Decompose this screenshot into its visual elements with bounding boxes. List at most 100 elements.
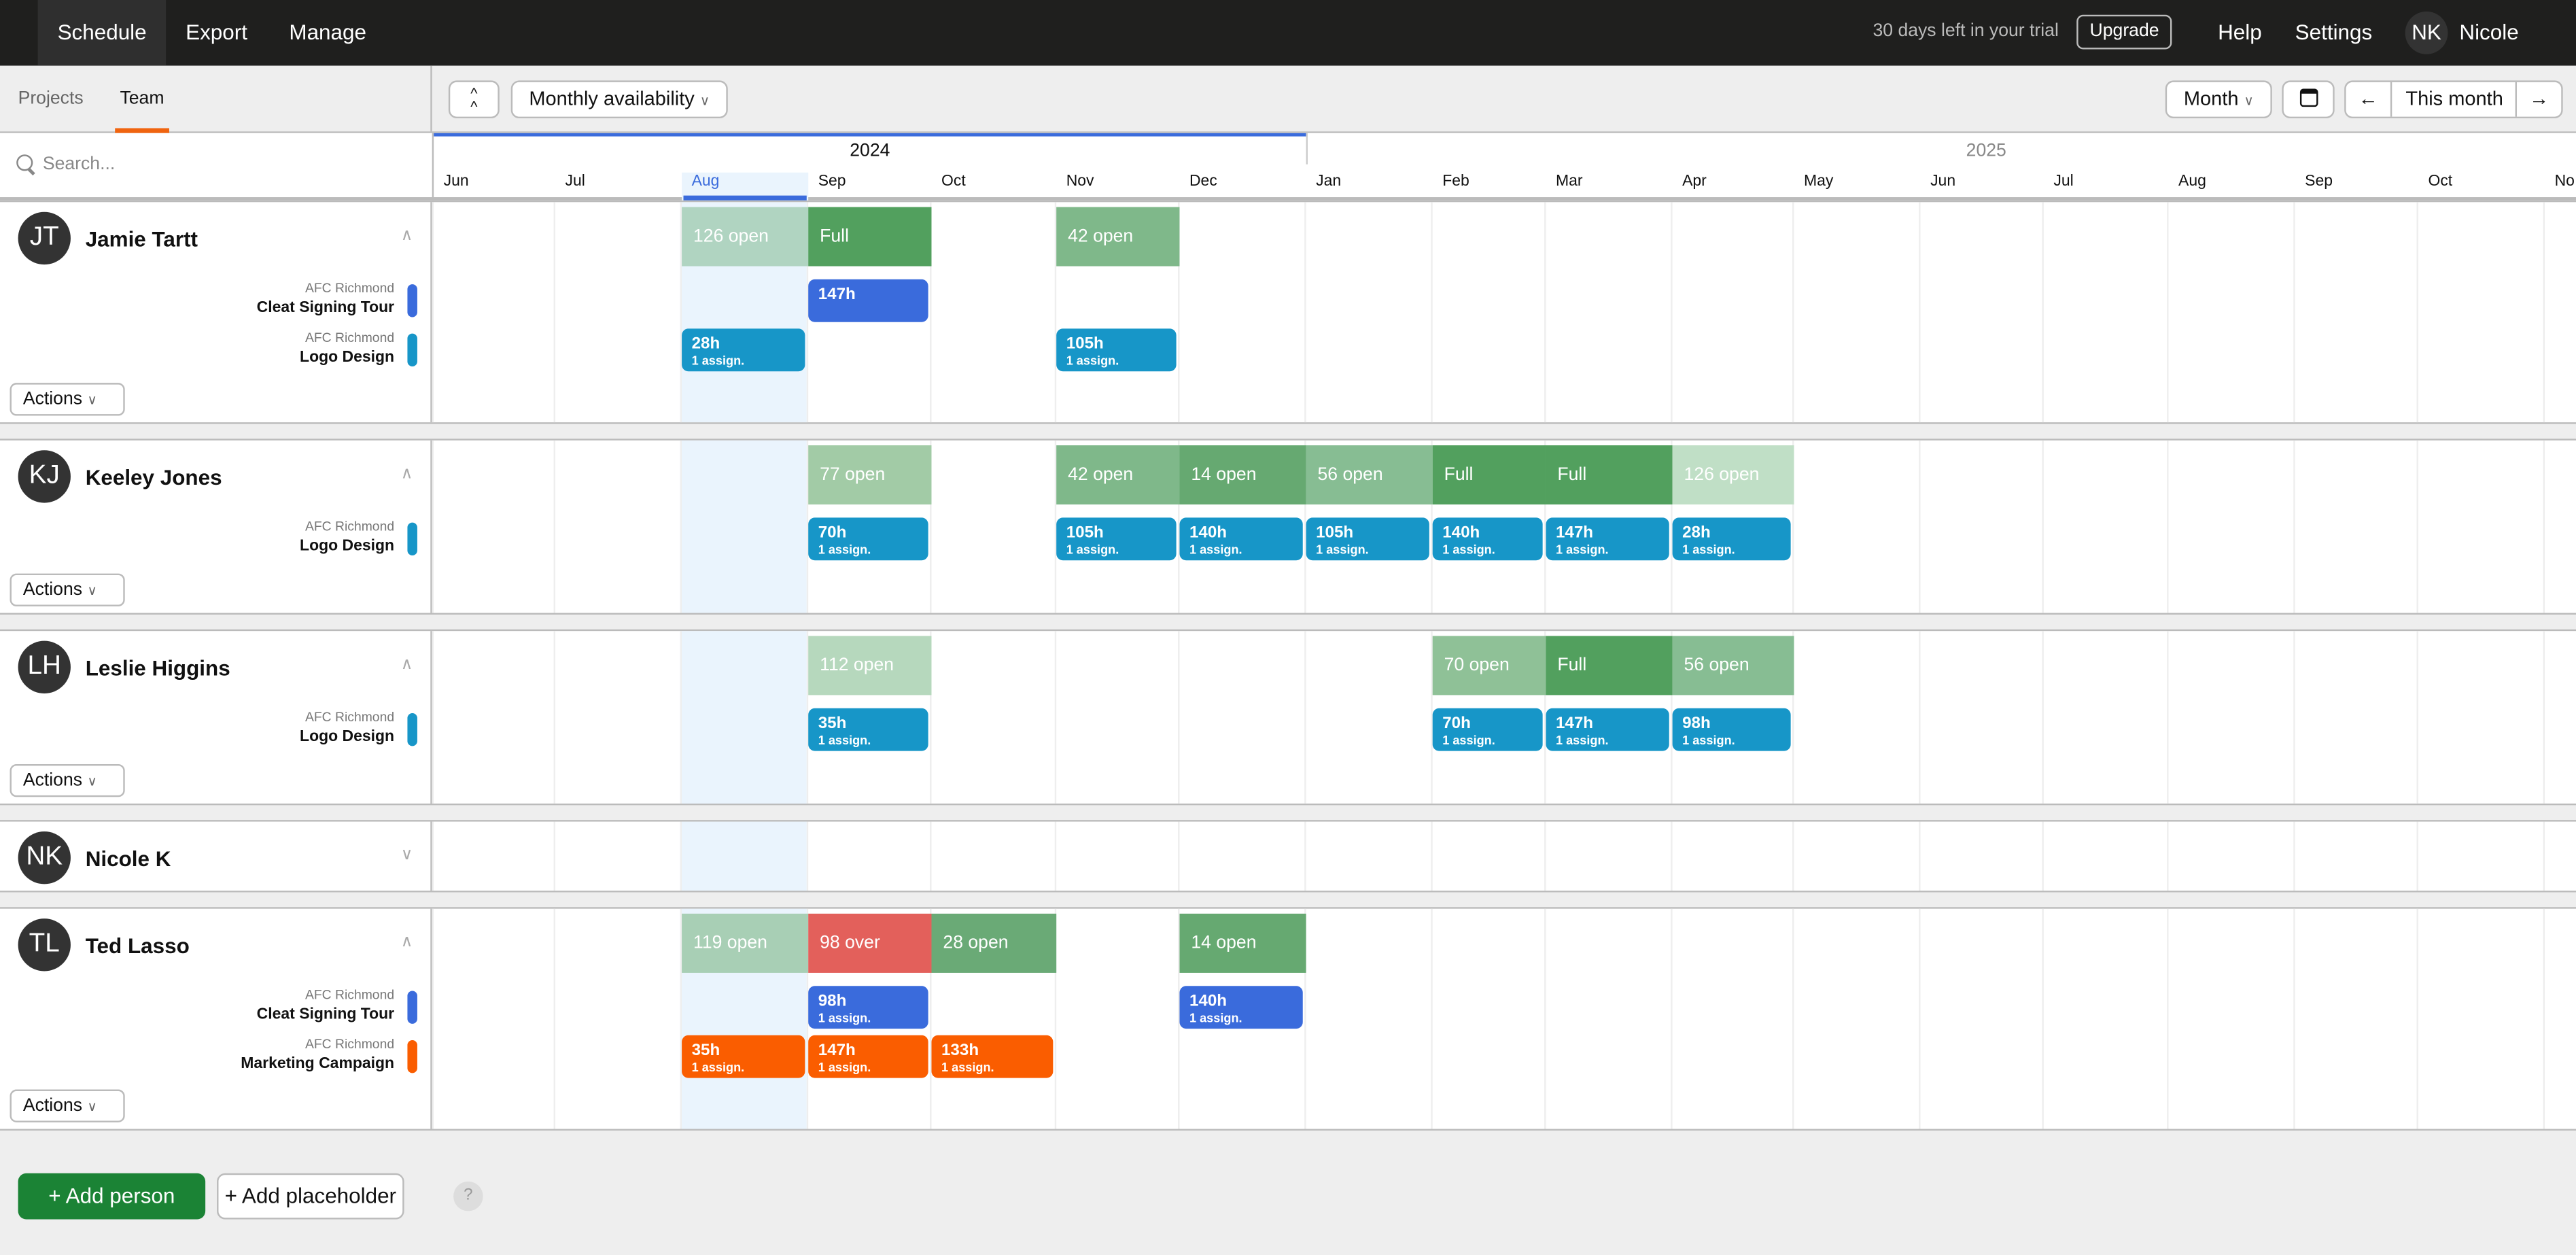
month-cell[interactable]	[2167, 440, 2293, 613]
assignment-block[interactable]: 105h 1 assign.	[1056, 517, 1177, 561]
chevron-up-icon[interactable]: ∧	[401, 465, 413, 483]
nav-export[interactable]: Export	[166, 0, 267, 66]
month-cell[interactable]	[1792, 821, 1919, 891]
assignment-block[interactable]: 140h 1 assign.	[1432, 517, 1543, 561]
month-cell[interactable]	[1919, 821, 2042, 891]
assignment-block[interactable]: 147h	[808, 279, 928, 322]
arrow-left-icon[interactable]: ←	[2346, 82, 2392, 117]
month-cell[interactable]	[432, 631, 554, 804]
assignment-block[interactable]: 35h 1 assign.	[682, 1035, 805, 1078]
month-cell[interactable]	[1178, 202, 1304, 423]
calendar-button[interactable]	[2282, 80, 2335, 119]
assignment-block[interactable]: 98h 1 assign.	[1672, 708, 1791, 751]
month-cell[interactable]	[2416, 440, 2543, 613]
actions-button[interactable]: Actions ∨	[10, 1089, 125, 1122]
month-cell[interactable]	[2042, 202, 2167, 423]
assignment-block[interactable]: 35h 1 assign.	[808, 708, 928, 751]
month-cell[interactable]	[432, 908, 554, 1129]
assignment-block[interactable]: 140h 1 assign.	[1179, 517, 1303, 561]
month-cell[interactable]	[1919, 631, 2042, 804]
month-cell[interactable]	[2167, 821, 2293, 891]
month-cell[interactable]	[553, 821, 680, 891]
assignment-block[interactable]: 70h 1 assign.	[1432, 708, 1543, 751]
month-cell[interactable]	[1792, 631, 1919, 804]
month-cell[interactable]	[553, 908, 680, 1129]
availability-cell[interactable]: 56 open	[1306, 445, 1433, 505]
month-cell[interactable]	[1792, 908, 1919, 1129]
assignment-block[interactable]: 70h 1 assign.	[808, 517, 928, 561]
month-cell[interactable]	[1054, 908, 1178, 1129]
tab-projects[interactable]: Projects	[18, 89, 84, 109]
month-cell[interactable]	[1178, 631, 1304, 804]
project-label[interactable]: AFC Richmond Marketing Campaign	[66, 1035, 394, 1076]
month-cell[interactable]	[1919, 908, 2042, 1129]
month-cell[interactable]	[2543, 821, 2545, 891]
availability-cell[interactable]: 56 open	[1672, 636, 1794, 695]
actions-button[interactable]: Actions ∨	[10, 763, 125, 797]
month-cell[interactable]	[2543, 908, 2545, 1129]
month-cell[interactable]	[2042, 631, 2167, 804]
person-name[interactable]: Ted Lasso	[86, 933, 190, 958]
month-cell[interactable]	[1054, 821, 1178, 891]
availability-cell[interactable]: Full	[808, 207, 932, 267]
chevron-up-icon[interactable]: ∧	[401, 655, 413, 674]
month-cell[interactable]	[1792, 202, 1919, 423]
assignment-block[interactable]: 98h 1 assign.	[808, 986, 928, 1029]
settings-link[interactable]: Settings	[2295, 20, 2373, 44]
project-label[interactable]: AFC Richmond Cleat Signing Tour	[66, 279, 394, 320]
assignment-block[interactable]: 147h 1 assign.	[1546, 517, 1669, 561]
month-cell[interactable]	[930, 202, 1055, 423]
month-cell[interactable]	[1544, 202, 1671, 423]
month-cell[interactable]	[2042, 440, 2167, 613]
month-cell[interactable]	[2293, 202, 2416, 423]
month-cell[interactable]	[1671, 202, 1792, 423]
month-cell[interactable]	[680, 440, 807, 613]
assignment-block[interactable]: 28h 1 assign.	[1672, 517, 1791, 561]
help-icon[interactable]: ?	[453, 1181, 483, 1211]
nav-schedule[interactable]: Schedule	[37, 0, 167, 66]
availability-cell[interactable]: 77 open	[808, 445, 932, 505]
month-cell[interactable]	[1919, 440, 2042, 613]
user-name[interactable]: Nicole	[2459, 20, 2518, 44]
month-cell[interactable]	[1544, 908, 1671, 1129]
month-cell[interactable]	[1304, 631, 1431, 804]
search-input[interactable]: Search...	[16, 154, 115, 174]
actions-button[interactable]: Actions ∨	[10, 383, 125, 416]
month-cell[interactable]	[1431, 202, 1544, 423]
month-cell[interactable]	[930, 821, 1055, 891]
month-cell[interactable]	[2416, 821, 2543, 891]
assignment-block[interactable]: 105h 1 assign.	[1056, 328, 1177, 372]
month-cell[interactable]	[553, 440, 680, 613]
month-cell[interactable]	[2293, 440, 2416, 613]
availability-cell[interactable]: 42 open	[1056, 445, 1180, 505]
month-cell[interactable]	[1304, 821, 1431, 891]
availability-cell[interactable]: 42 open	[1056, 207, 1180, 267]
collapse-all-button[interactable]: ^ ^	[448, 80, 500, 119]
add-placeholder-button[interactable]: + Add placeholder	[217, 1173, 404, 1220]
month-cell[interactable]	[553, 631, 680, 804]
assignment-block[interactable]: 140h 1 assign.	[1179, 986, 1303, 1029]
month-cell[interactable]	[2543, 631, 2545, 804]
chevron-up-icon[interactable]: ∧	[401, 933, 413, 952]
month-cell[interactable]	[2543, 202, 2545, 423]
month-cell[interactable]	[2167, 631, 2293, 804]
assignment-block[interactable]: 147h 1 assign.	[1546, 708, 1669, 751]
month-cell[interactable]	[2416, 908, 2543, 1129]
assignment-block[interactable]: 28h 1 assign.	[682, 328, 805, 372]
month-cell[interactable]	[432, 821, 554, 891]
availability-cell[interactable]: 112 open	[808, 636, 932, 695]
upgrade-button[interactable]: Upgrade	[2076, 14, 2172, 50]
month-cell[interactable]	[1431, 908, 1544, 1129]
month-cell[interactable]	[2042, 821, 2167, 891]
month-cell[interactable]	[1919, 202, 2042, 423]
availability-cell[interactable]: 70 open	[1432, 636, 1546, 695]
help-link[interactable]: Help	[2218, 20, 2262, 44]
project-label[interactable]: AFC Richmond Cleat Signing Tour	[66, 986, 394, 1027]
user-avatar[interactable]: NK	[2405, 11, 2448, 54]
availability-cell[interactable]: Full	[1546, 445, 1673, 505]
project-label[interactable]: AFC Richmond Logo Design	[66, 708, 394, 749]
month-cell[interactable]	[2293, 908, 2416, 1129]
month-cell[interactable]	[1792, 440, 1919, 613]
person-name[interactable]: Keeley Jones	[86, 465, 222, 489]
month-cell[interactable]	[432, 440, 554, 613]
